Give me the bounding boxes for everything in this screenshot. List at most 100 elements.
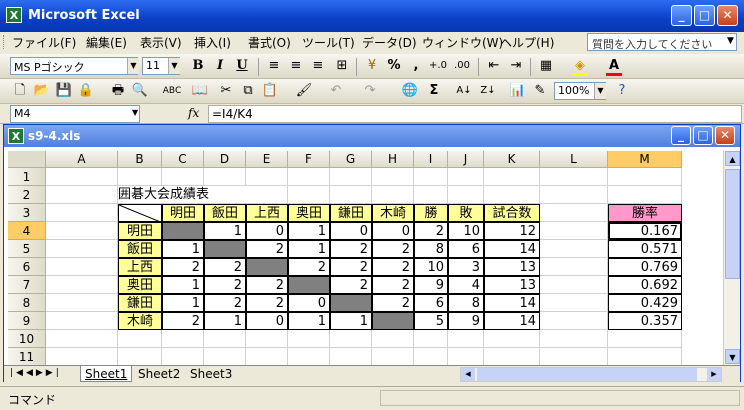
name-box[interactable]: M4 [10,105,140,123]
scroll-left-icon[interactable]: ◀ [461,368,475,381]
row-header-3[interactable]: 3 [8,204,46,222]
column-header-m[interactable]: M [608,151,682,168]
menu-help[interactable]: ヘルプ(H) [500,34,554,51]
cell-f1[interactable] [288,168,330,186]
win-rate-cell[interactable]: 0.357 [608,312,682,330]
header-5[interactable]: 鎌田 [330,204,372,222]
sort-ascending-icon[interactable]: A↓ [454,81,474,101]
column-header-g[interactable]: G [330,151,372,168]
cell-c10[interactable] [162,330,204,348]
cell-f10[interactable] [288,330,330,348]
print-icon[interactable]: 🖶 [108,81,128,101]
format-painter-icon[interactable]: 🖌 [294,81,314,101]
score-cell[interactable]: 10 [448,222,484,240]
rate-header[interactable]: 勝率 [608,204,682,222]
header-2[interactable]: 飯田 [204,204,246,222]
cell-h1[interactable] [372,168,414,186]
cell-k2[interactable] [484,186,540,204]
score-cell[interactable]: 2 [162,258,204,276]
cell-c11[interactable] [162,348,204,366]
column-header-c[interactable]: C [162,151,204,168]
menu-data[interactable]: データ(D) [362,34,417,51]
score-cell[interactable]: 1 [162,276,204,294]
bold-button[interactable]: B [188,56,208,76]
win-rate-cell[interactable]: 0.429 [608,294,682,312]
cell-j2[interactable] [448,186,484,204]
cell-i10[interactable] [414,330,448,348]
horizontal-scrollbar[interactable]: ◀ ▶ [460,367,722,382]
scroll-down-icon[interactable]: ▼ [725,349,740,364]
player-name[interactable]: 飯田 [118,240,162,258]
cell-a1[interactable] [46,168,118,186]
cell-b10[interactable] [118,330,162,348]
tab-sheet2[interactable]: Sheet2 [134,366,184,382]
research-icon[interactable]: 📖 [190,81,210,101]
cell-l10[interactable] [540,330,608,348]
merge-center-icon[interactable]: ⊞ [332,56,352,76]
vertical-scrollbar[interactable]: ▲ ▼ [723,151,740,365]
cell-k11[interactable] [484,348,540,366]
tab-nav-arrows-icon[interactable]: |◀◀▶▶| [10,368,62,378]
header-4[interactable]: 奥田 [288,204,330,222]
corner-diagonal-cell[interactable] [118,204,162,222]
cell-g2[interactable] [330,186,372,204]
cell-e11[interactable] [246,348,288,366]
score-cell[interactable]: 2 [246,240,288,258]
column-header-e[interactable]: E [246,151,288,168]
minimize-button[interactable]: _ [671,5,692,26]
cell-f2[interactable] [288,186,330,204]
menu-edit[interactable]: 編集(E) [86,34,127,51]
autosum-icon[interactable]: Σ [424,81,444,101]
name-box-dropdown-icon[interactable]: ▼ [132,108,138,117]
column-header-f[interactable]: F [288,151,330,168]
score-cell[interactable]: 9 [414,276,448,294]
wb-close-button[interactable]: ✕ [715,126,735,145]
font-name-combo[interactable]: MS Pゴシック [10,57,138,75]
save-icon[interactable]: 💾 [54,81,74,101]
cell-a6[interactable] [46,258,118,276]
menu-insert[interactable]: 挿入(I) [194,34,231,51]
cell-l11[interactable] [540,348,608,366]
menu-format[interactable]: 書式(O) [248,34,291,51]
score-cell[interactable]: 2 [204,258,246,276]
print-preview-icon[interactable]: 🔍 [130,81,150,101]
cell-d1[interactable] [204,168,246,186]
cell-l2[interactable] [540,186,608,204]
row-header-10[interactable]: 10 [8,330,46,348]
score-cell[interactable]: 1 [162,294,204,312]
font-size-dropdown-icon[interactable]: ▼ [168,58,180,74]
column-header-d[interactable]: D [204,151,246,168]
drawing-icon[interactable]: ✎ [530,81,550,101]
tab-sheet1[interactable]: Sheet1 [80,366,133,382]
cell-g11[interactable] [330,348,372,366]
cell-m10[interactable] [608,330,682,348]
row-header-5[interactable]: 5 [8,240,46,258]
hscroll-thumb[interactable] [477,368,697,381]
win-rate-cell[interactable]: 0.769 [608,258,682,276]
row-header-9[interactable]: 9 [8,312,46,330]
currency-icon[interactable]: ¥ [362,56,382,76]
cell-l1[interactable] [540,168,608,186]
comma-button[interactable]: , [406,56,426,76]
cell-a10[interactable] [46,330,118,348]
cell-h10[interactable] [372,330,414,348]
redo-icon[interactable]: ↷ [360,81,380,101]
cell-e1[interactable] [246,168,288,186]
cell-a8[interactable] [46,294,118,312]
cell-a4[interactable] [46,222,118,240]
column-header-b[interactable]: B [118,151,162,168]
cell-l6[interactable] [540,258,608,276]
row-header-2[interactable]: 2 [8,186,46,204]
cell-i1[interactable] [414,168,448,186]
score-cell[interactable]: 10 [414,258,448,276]
column-header-k[interactable]: K [484,151,540,168]
row-header-11[interactable]: 11 [8,348,46,366]
score-cell[interactable]: 14 [484,240,540,258]
row-header-7[interactable]: 7 [8,276,46,294]
score-cell[interactable]: 2 [330,240,372,258]
score-cell[interactable]: 1 [288,240,330,258]
score-cell[interactable]: 2 [330,276,372,294]
help-search-input[interactable]: 質問を入力してください [587,33,737,51]
diagonal-gray-cell[interactable] [372,312,414,330]
cell-a2[interactable] [46,186,118,204]
